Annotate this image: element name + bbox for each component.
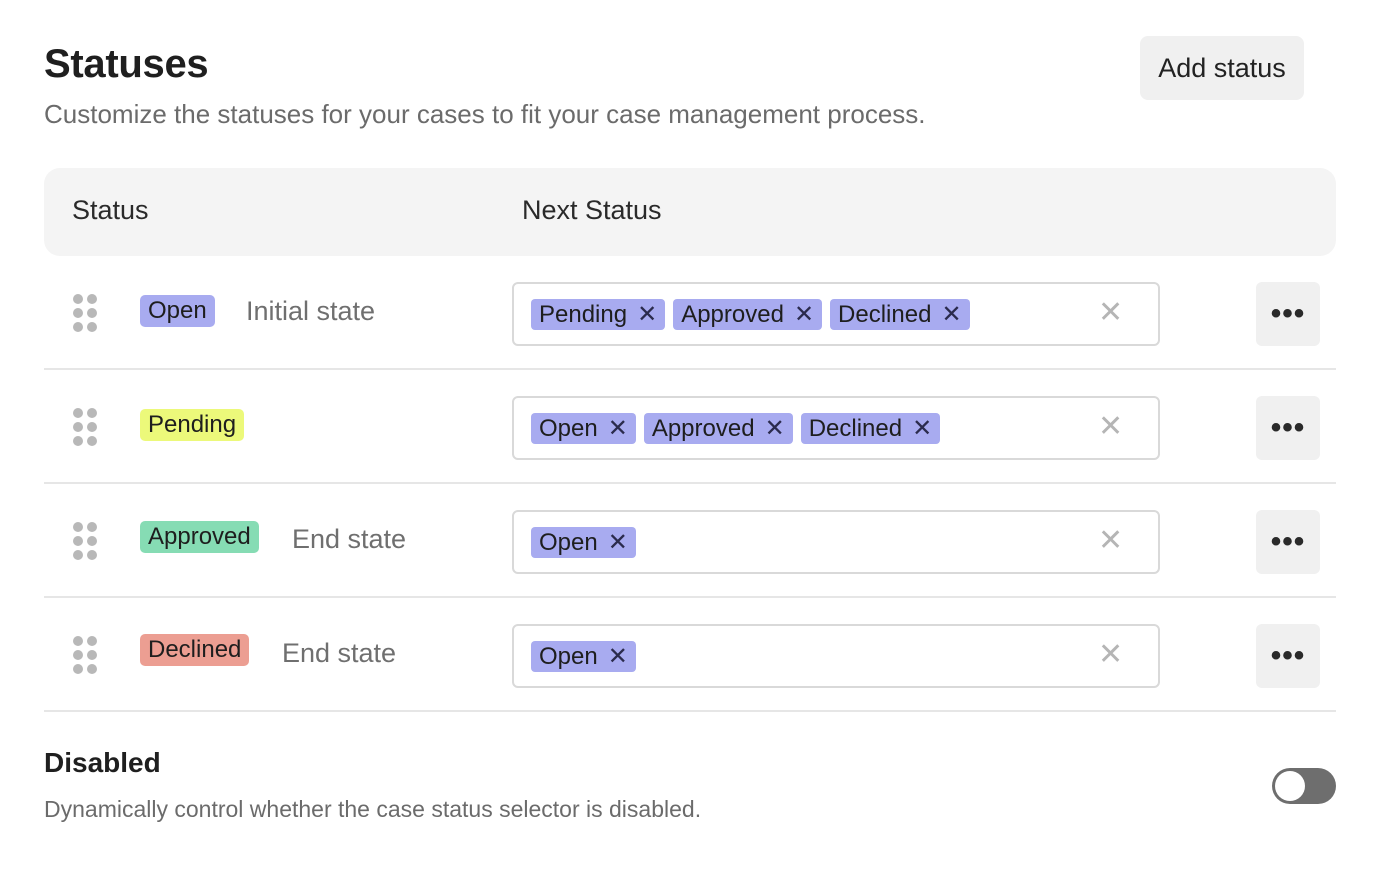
table-row: Declined End state Open ✕ ✕ •••	[44, 598, 1336, 712]
next-status-select[interactable]: Pending ✕ Approved ✕ Declined ✕ ✕	[512, 282, 1160, 346]
next-status-select[interactable]: Open ✕ ✕	[512, 510, 1160, 574]
close-icon[interactable]: ✕	[794, 302, 814, 327]
more-options-button[interactable]: •••	[1256, 510, 1320, 574]
add-status-button[interactable]: Add status	[1140, 36, 1304, 100]
status-badge: Approved	[140, 521, 259, 553]
status-state: End state	[292, 524, 407, 554]
table-header: Status Next Status	[44, 168, 1336, 256]
column-header-status: Status	[72, 195, 149, 225]
clear-selection-icon[interactable]: ✕	[1098, 640, 1123, 670]
page-title: Statuses	[44, 42, 209, 86]
drag-handle-icon[interactable]	[73, 408, 97, 446]
close-icon[interactable]: ✕	[912, 416, 932, 441]
disabled-description: Dynamically control whether the case sta…	[44, 796, 702, 822]
status-badge: Pending	[140, 409, 245, 441]
next-status-chip: Open ✕	[531, 527, 636, 558]
toggle-knob	[1275, 771, 1305, 801]
next-status-chip: Approved ✕	[673, 299, 823, 330]
next-status-chip: Approved ✕	[643, 413, 793, 444]
table-row: Approved End state Open ✕ ✕ •••	[44, 484, 1336, 598]
status-state: Initial state	[246, 296, 376, 326]
disabled-toggle[interactable]	[1272, 768, 1336, 804]
next-status-chip: Open ✕	[531, 641, 636, 672]
statuses-settings: Statuses Customize the statuses for your…	[0, 0, 1376, 874]
close-icon[interactable]: ✕	[941, 302, 961, 327]
close-icon[interactable]: ✕	[765, 416, 785, 441]
next-status-chip: Pending ✕	[531, 299, 666, 330]
next-status-chip: Declined ✕	[800, 413, 941, 444]
close-icon[interactable]: ✕	[637, 302, 657, 327]
close-icon[interactable]: ✕	[608, 530, 628, 555]
more-options-button[interactable]: •••	[1256, 396, 1320, 460]
disabled-title: Disabled	[44, 747, 161, 778]
next-status-select[interactable]: Open ✕ ✕	[512, 624, 1160, 688]
column-header-next-status: Next Status	[522, 195, 662, 225]
page-subtitle: Customize the statuses for your cases to…	[44, 99, 926, 129]
table-row: Open Initial state Pending ✕ Approved ✕ De…	[44, 256, 1336, 370]
clear-selection-icon[interactable]: ✕	[1098, 298, 1123, 328]
drag-handle-icon[interactable]	[73, 522, 97, 560]
next-status-select[interactable]: Open ✕ Approved ✕ Declined ✕ ✕	[512, 396, 1160, 460]
next-status-chip: Declined ✕	[830, 299, 970, 330]
more-options-button[interactable]: •••	[1256, 282, 1320, 346]
clear-selection-icon[interactable]: ✕	[1098, 412, 1123, 442]
more-options-button[interactable]: •••	[1256, 624, 1320, 688]
drag-handle-icon[interactable]	[73, 636, 97, 674]
drag-handle-icon[interactable]	[73, 294, 97, 332]
status-state: End state	[282, 638, 397, 668]
table-row: Pending Open ✕ Approved ✕ Declined ✕ ✕ •••	[44, 370, 1336, 484]
close-icon[interactable]: ✕	[608, 644, 628, 669]
status-badge: Declined	[140, 634, 250, 666]
status-badge: Open	[140, 295, 215, 327]
next-status-chip: Open ✕	[531, 413, 636, 444]
close-icon[interactable]: ✕	[608, 416, 628, 441]
clear-selection-icon[interactable]: ✕	[1098, 526, 1123, 556]
